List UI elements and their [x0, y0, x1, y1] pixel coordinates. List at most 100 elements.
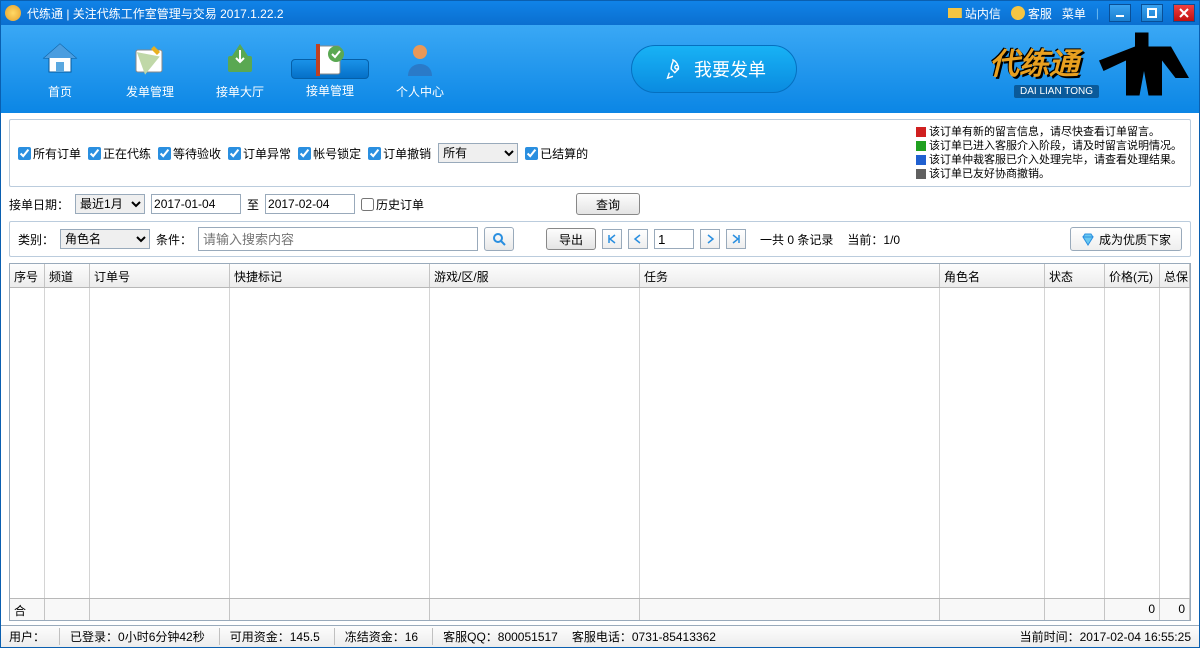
- chk-running-label: 正在代练: [103, 145, 151, 162]
- nav-recv-label: 接单管理: [306, 82, 354, 99]
- nav-home[interactable]: 首页: [21, 29, 99, 109]
- query-button[interactable]: 查询: [576, 193, 640, 215]
- face-icon: [1011, 6, 1025, 20]
- rocket-icon: [662, 58, 684, 80]
- date-label: 接单日期：: [9, 196, 69, 213]
- person-icon: [398, 39, 442, 79]
- status-login: 已登录：0小时6分钟42秒: [59, 628, 205, 645]
- sq-red-icon: [916, 127, 926, 137]
- recv-icon: [308, 40, 352, 78]
- period-select[interactable]: 最近1月: [75, 194, 145, 214]
- search-panel: 类别： 角色名 条件： 导出 一共 0 条记录 当前：1/0 成为优质下家: [9, 221, 1191, 257]
- col-mark[interactable]: 快捷标记: [230, 264, 430, 287]
- nav-me[interactable]: 个人中心: [381, 29, 459, 109]
- date-to[interactable]: [265, 194, 355, 214]
- current-label: 当前：1/0: [847, 231, 900, 248]
- mail-icon: [948, 8, 962, 18]
- publish-label: 我要发单: [694, 56, 766, 82]
- cat-select[interactable]: 角色名: [60, 229, 150, 249]
- brand-main: 代练通: [989, 39, 1079, 83]
- app-logo-icon: [5, 5, 21, 21]
- service-link[interactable]: 客服: [1011, 5, 1052, 22]
- first-page-button[interactable]: [602, 229, 622, 249]
- date-from[interactable]: [151, 194, 241, 214]
- sq-gray-icon: [916, 169, 926, 179]
- nav-send-label: 发单管理: [126, 83, 174, 100]
- legend: 该订单有新的留言信息，请尽快查看订单留言。 该订单已进入客服介入阶段，请及时留言…: [916, 125, 1182, 181]
- sum-dep: 0: [1160, 599, 1190, 620]
- minimize-button[interactable]: [1109, 4, 1131, 22]
- brand-sub: DAI LIAN TONG: [1014, 85, 1099, 98]
- col-price[interactable]: 价格(元): [1105, 264, 1160, 287]
- brand-logo: 代练通 DAI LIAN TONG: [959, 29, 1189, 109]
- total-label: 一共 0 条记录: [760, 231, 833, 248]
- next-page-button[interactable]: [700, 229, 720, 249]
- chk-history-label: 历史订单: [376, 196, 424, 213]
- legend-red: 该订单有新的留言信息，请尽快查看订单留言。: [929, 125, 1160, 139]
- col-idx[interactable]: 序号: [10, 264, 45, 287]
- grid-body: [10, 288, 1190, 598]
- chk-cancel-label: 订单撤销: [383, 145, 431, 162]
- grid-footer: 合计： 0 0: [10, 598, 1190, 620]
- status-qq: 客服QQ：800051517: [432, 628, 558, 645]
- chk-lock[interactable]: 帐号锁定: [298, 145, 361, 162]
- status-avail: 可用资金：145.5: [219, 628, 320, 645]
- send-icon: [128, 39, 172, 79]
- chk-history[interactable]: 历史订单: [361, 196, 424, 213]
- chk-abn[interactable]: 订单异常: [228, 145, 291, 162]
- status-tel: 客服电话：0731-85413362: [572, 628, 716, 645]
- chk-cancel[interactable]: 订单撤销: [368, 145, 431, 162]
- main-toolbar: 首页 发单管理 接单大厅 接单管理 个人中心 我要发单 代练通 DAI LIAN…: [1, 25, 1199, 113]
- figure-icon: [1099, 29, 1189, 99]
- col-dep[interactable]: 总保: [1160, 264, 1190, 287]
- mail-label: 站内信: [965, 5, 1001, 22]
- maximize-button[interactable]: [1141, 4, 1163, 22]
- col-game[interactable]: 游戏/区/服: [430, 264, 640, 287]
- chk-settled-label: 已结算的: [540, 145, 588, 162]
- chk-wait[interactable]: 等待验收: [158, 145, 221, 162]
- separator: |: [1096, 6, 1099, 20]
- cond-label: 条件：: [156, 231, 192, 248]
- prev-page-button[interactable]: [628, 229, 648, 249]
- col-chan[interactable]: 频道: [45, 264, 90, 287]
- sq-blue-icon: [916, 155, 926, 165]
- date-to-label: 至: [247, 196, 259, 213]
- search-input[interactable]: [198, 227, 478, 251]
- data-grid: 序号 频道 订单号 快捷标记 游戏/区/服 任务 角色名 状态 价格(元) 总保…: [9, 263, 1191, 621]
- nav-home-label: 首页: [48, 83, 72, 100]
- col-order[interactable]: 订单号: [90, 264, 230, 287]
- col-state[interactable]: 状态: [1045, 264, 1105, 287]
- nav-send[interactable]: 发单管理: [111, 29, 189, 109]
- hall-icon: [218, 39, 262, 79]
- close-button[interactable]: [1173, 4, 1195, 22]
- search-button[interactable]: [484, 227, 514, 251]
- menu-label: 菜单: [1062, 5, 1086, 22]
- nav-hall[interactable]: 接单大厅: [201, 29, 279, 109]
- last-page-button[interactable]: [726, 229, 746, 249]
- status-time: 当前时间：2017-02-04 16:55:25: [1020, 628, 1191, 645]
- page-input[interactable]: [654, 229, 694, 249]
- publish-button[interactable]: 我要发单: [631, 45, 797, 93]
- chk-all-label: 所有订单: [33, 145, 81, 162]
- sum-label: 合计：: [10, 599, 45, 620]
- col-task[interactable]: 任务: [640, 264, 940, 287]
- premium-button[interactable]: 成为优质下家: [1070, 227, 1182, 251]
- menu-link[interactable]: 菜单: [1062, 5, 1086, 22]
- nav-recv[interactable]: 接单管理: [291, 59, 369, 79]
- filter-panel: 所有订单 正在代练 等待验收 订单异常 帐号锁定 订单撤销 所有 已结算的 该订…: [9, 119, 1191, 187]
- all-select[interactable]: 所有: [438, 143, 518, 163]
- premium-label: 成为优质下家: [1099, 231, 1171, 248]
- cat-label: 类别：: [18, 231, 54, 248]
- legend-green: 该订单已进入客服介入阶段，请及时留言说明情况。: [929, 139, 1182, 153]
- chk-all[interactable]: 所有订单: [18, 145, 81, 162]
- statusbar: 用户： 已登录：0小时6分钟42秒 可用资金：145.5 冻结资金：16 客服Q…: [1, 625, 1199, 647]
- search-icon: [492, 232, 506, 246]
- chk-wait-label: 等待验收: [173, 145, 221, 162]
- col-role[interactable]: 角色名: [940, 264, 1045, 287]
- export-button[interactable]: 导出: [546, 228, 596, 250]
- chk-settled[interactable]: 已结算的: [525, 145, 588, 162]
- date-row: 接单日期： 最近1月 至 历史订单 查询: [9, 193, 1191, 215]
- chk-abn-label: 订单异常: [243, 145, 291, 162]
- chk-running[interactable]: 正在代练: [88, 145, 151, 162]
- mail-link[interactable]: 站内信: [948, 5, 1001, 22]
